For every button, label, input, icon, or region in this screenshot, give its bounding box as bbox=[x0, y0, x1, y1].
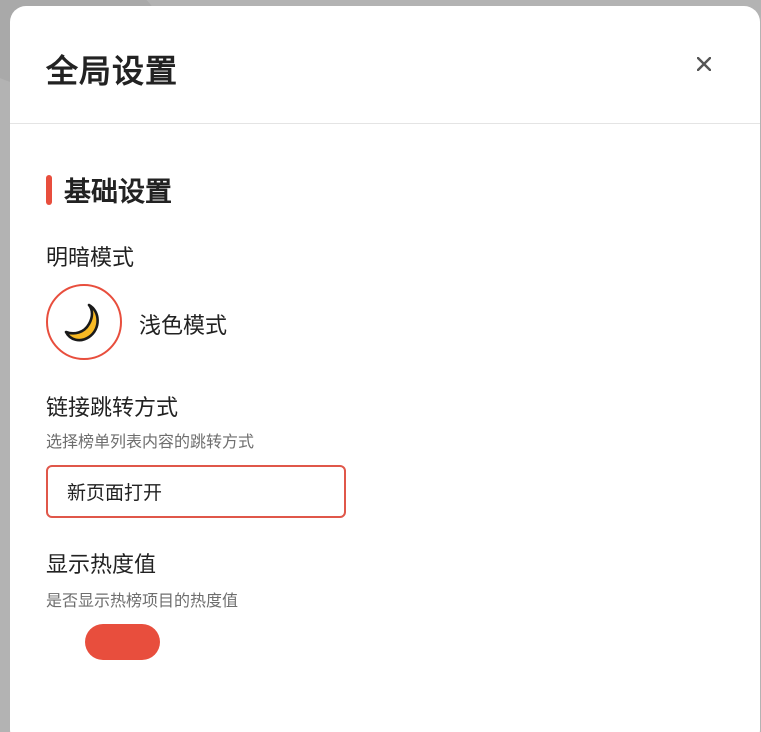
section-title: 基础设置 bbox=[64, 177, 172, 208]
moon-icon bbox=[64, 303, 99, 342]
section-heading: 基础设置 bbox=[46, 170, 172, 209]
close-icon bbox=[697, 57, 711, 71]
link-mode-selected-value: 新页面打开 bbox=[67, 482, 163, 504]
section-accent-bar bbox=[46, 174, 52, 205]
settings-dialog: 全局设置 基础设置 明暗模式 浅色模式 链接跳转方式 选择榜单列表内容的跳转方式… bbox=[10, 6, 760, 732]
hot-value-label: 显示热度值 bbox=[46, 553, 157, 578]
link-mode-description: 选择榜单列表内容的跳转方式 bbox=[46, 432, 255, 451]
hot-value-toggle[interactable] bbox=[85, 624, 160, 660]
theme-toggle-button[interactable] bbox=[46, 284, 122, 360]
dialog-header: 全局设置 bbox=[10, 6, 760, 124]
close-button[interactable] bbox=[692, 52, 716, 76]
link-mode-label: 链接跳转方式 bbox=[46, 396, 179, 421]
theme-mode-value: 浅色模式 bbox=[139, 314, 228, 339]
hot-value-description: 是否显示热榜项目的热度值 bbox=[46, 591, 239, 610]
link-mode-select[interactable]: 新页面打开 bbox=[46, 465, 346, 518]
theme-mode-label: 明暗模式 bbox=[46, 246, 135, 271]
dialog-title: 全局设置 bbox=[46, 52, 179, 90]
